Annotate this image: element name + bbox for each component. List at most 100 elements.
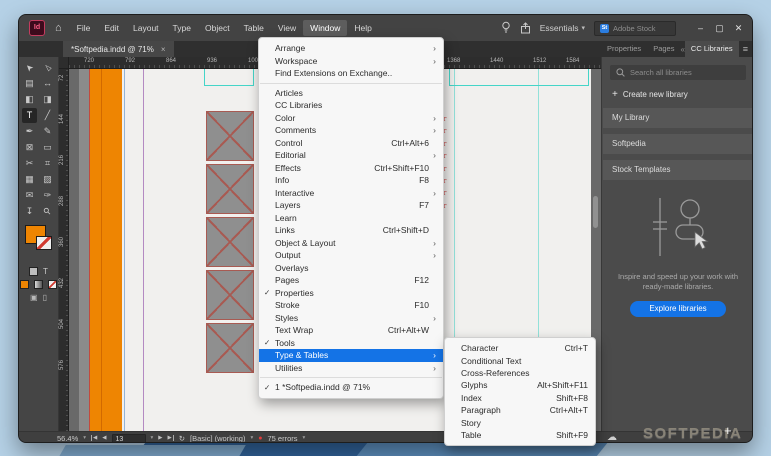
panel-menu-icon[interactable]: ≡ [743,44,752,54]
menu-item-interactive[interactable]: Interactive › [259,187,443,200]
lightbulb-icon[interactable] [501,19,511,37]
image-placeholder-frame[interactable] [206,164,254,214]
explore-libraries-button[interactable]: Explore libraries [630,301,726,317]
next-page-button[interactable]: ▶ [158,435,162,441]
content-collector-tool[interactable]: ◧ [22,92,37,107]
close-tab-icon[interactable]: × [161,45,166,54]
vertical-ruler[interactable]: 72 144 216 288 360 432 504 576 [59,69,69,431]
frame-tool[interactable]: ⊠ [22,140,37,155]
menu-table[interactable]: Table [237,20,271,36]
submenu-item-cross-references[interactable]: Cross-References [445,367,595,379]
tab-properties[interactable]: Properties [601,41,647,57]
view-mode-preview-button[interactable]: ▯ [43,293,47,302]
library-search-input[interactable]: Search all libraries [610,65,746,80]
stroke-color-swatch[interactable] [36,236,52,250]
image-placeholder-frame[interactable] [206,270,254,320]
home-icon[interactable]: ⌂ [55,22,62,34]
share-icon[interactable] [520,19,531,37]
library-item-softpedia[interactable]: Softpedia [603,134,752,154]
submenu-item-table[interactable]: Table Shift+F9 [445,429,595,441]
vertical-scrollbar[interactable] [593,196,598,228]
menu-view[interactable]: View [271,20,303,36]
pencil-tool[interactable]: ✎ [40,124,55,139]
menu-item-output[interactable]: Output › [259,249,443,262]
menu-layout[interactable]: Layout [126,20,166,36]
view-mode-normal-button[interactable]: ▣ [30,293,38,302]
menu-item-arrange[interactable]: Arrange › [259,42,443,55]
submenu-item-story[interactable]: Story [445,416,595,428]
minimize-button[interactable]: – [691,15,710,41]
menu-item-cc-libraries[interactable]: CC Libraries [259,99,443,112]
formatting-affects-text-button[interactable]: T [43,267,48,276]
image-placeholder-frame[interactable] [206,111,254,161]
submenu-item-character[interactable]: Character Ctrl+T [445,342,595,354]
workspace-switcher[interactable]: Essentials ▾ [540,23,585,33]
page-dropdown-icon[interactable]: ▾ [151,435,154,441]
type-tool[interactable]: T [22,108,37,123]
menu-item-utilities[interactable]: Utilities › [259,362,443,375]
menu-file[interactable]: File [70,20,98,36]
cloud-sync-icon[interactable]: ☁ [607,432,617,442]
preflight-profile[interactable]: [Basic] (working) [190,434,245,443]
line-tool[interactable]: ╱ [40,108,55,123]
menu-item-info[interactable]: Info F8 [259,174,443,187]
menu-help[interactable]: Help [347,20,378,36]
apply-color-button[interactable] [20,280,29,289]
preflight-dropdown-icon[interactable]: ▾ [250,435,253,441]
guide-line[interactable] [143,69,144,431]
menu-item-properties[interactable]: ✓ Properties [259,287,443,300]
menu-item-overlays[interactable]: Overlays [259,262,443,275]
zoom-tool[interactable]: ⚲ [37,201,58,222]
tab-pages[interactable]: Pages [647,41,680,57]
adobe-stock-search-input[interactable]: St Adobe Stock [594,20,676,36]
gap-tool[interactable]: ↔ [40,76,55,91]
zoom-level[interactable]: 56.4% [57,434,78,443]
tab-cc-libraries[interactable]: CC Libraries [684,41,739,57]
menu-window[interactable]: Window [303,20,348,36]
menu-item-pages[interactable]: Pages F12 [259,274,443,287]
maximize-button[interactable]: ▢ [710,15,729,41]
scissors-tool[interactable]: ✂ [22,156,37,171]
image-placeholder-frame[interactable] [206,323,254,373]
hand-tool[interactable]: ↧ [22,204,37,219]
zoom-dropdown-icon[interactable]: ▾ [83,435,86,441]
menu-item-object-layout[interactable]: Object & Layout › [259,237,443,250]
submenu-item-glyphs[interactable]: Glyphs Alt+Shift+F11 [445,379,595,391]
menu-item-links[interactable]: Links Ctrl+Shift+D [259,224,443,237]
image-placeholder-frame[interactable] [206,217,254,267]
content-placer-tool[interactable]: ◨ [40,92,55,107]
menu-item-editorial[interactable]: Editorial › [259,149,443,162]
menu-item-effects[interactable]: Effects Ctrl+Shift+F10 [259,162,443,175]
note-tool[interactable]: ✉ [22,188,37,203]
menu-item-comments[interactable]: Comments › [259,124,443,137]
ruler-origin-corner[interactable] [59,57,69,69]
first-page-button[interactable]: ◀ [91,435,97,441]
library-item-my-library[interactable]: My Library [603,108,752,128]
gradient-tool[interactable]: ▦ [22,172,37,187]
page-number-input[interactable]: 13 [111,433,146,442]
text-frame-guide[interactable] [449,69,589,86]
menu-item-text-wrap[interactable]: Text Wrap Ctrl+Alt+W [259,324,443,337]
menu-edit[interactable]: Edit [97,20,126,36]
close-button[interactable]: ✕ [729,15,748,41]
document-tab[interactable]: *Softpedia.indd @ 71% × [63,41,174,57]
menu-type[interactable]: Type [166,20,198,36]
menu-item-learn[interactable]: Learn [259,212,443,225]
menu-item-type-and-tables[interactable]: Type & Tables › [259,349,443,362]
menu-item-layers[interactable]: Layers F7 [259,199,443,212]
library-item-stock-templates[interactable]: Stock Templates [603,160,752,180]
menu-item-tools[interactable]: ✓ Tools [259,337,443,350]
menu-item-articles[interactable]: Articles [259,87,443,100]
text-frame-guide[interactable] [204,69,254,86]
submenu-item-index[interactable]: Index Shift+F8 [445,392,595,404]
menu-item-stroke[interactable]: Stroke F10 [259,299,443,312]
free-transform-tool[interactable]: ⌗ [40,156,55,171]
menu-item-workspace[interactable]: Workspace › [259,55,443,68]
indesign-app-icon[interactable]: Id [29,20,45,36]
page-tool[interactable]: ▤ [22,76,37,91]
submenu-item-conditional-text[interactable]: Conditional Text [445,354,595,366]
pen-tool[interactable]: ✒ [22,124,37,139]
errors-dropdown-icon[interactable]: ▾ [303,435,306,441]
menu-item-styles[interactable]: Styles › [259,312,443,325]
formatting-affects-container-button[interactable] [29,267,39,276]
